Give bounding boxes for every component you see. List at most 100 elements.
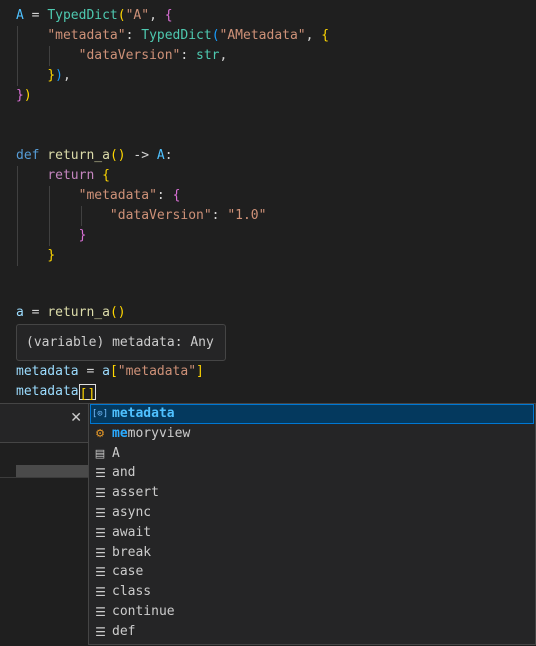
suggestion-rest: continue — [112, 604, 175, 619]
token: ( — [117, 8, 126, 23]
suggestion-label: class — [112, 582, 151, 602]
suggestion-label: continue — [112, 602, 175, 622]
token: str — [196, 48, 220, 63]
token: } — [78, 228, 87, 243]
match-highlight: me — [112, 425, 128, 441]
suggestion-item-A[interactable]: ▤ A — [90, 444, 534, 464]
token: "metadata" — [117, 364, 197, 379]
module-icon: ▤ — [94, 446, 106, 460]
code-line-2[interactable]: "metadata": TypedDict("AMetadata", { — [16, 26, 329, 46]
keyword-icon: ☰ — [95, 565, 106, 580]
keyword-icon: ☰ — [95, 585, 106, 600]
suggestion-widget[interactable]: [⊙] metadata ⚙ memoryview ▤ A ☰ and ☰ assert ☰ asyn… — [88, 403, 536, 645]
token: () — [109, 305, 126, 320]
variable-icon: [⊙] — [91, 409, 109, 419]
suggestion-rest: A — [112, 445, 120, 461]
suggestion-item-memoryview[interactable]: ⚙ memoryview — [90, 424, 534, 444]
token: { — [321, 28, 330, 43]
code-line-9[interactable]: return { — [16, 166, 110, 186]
keyword-icon: ☰ — [95, 605, 106, 619]
suggestion-item-break[interactable]: ☰ break — [90, 543, 534, 563]
suggestion-rest: class — [112, 584, 152, 600]
token: a — [102, 364, 110, 379]
code-line-16[interactable]: a = return_a() — [16, 303, 126, 323]
token: return_a — [47, 305, 110, 320]
suggestion-label: case — [112, 562, 143, 582]
scroll-indicator — [16, 465, 88, 477]
suggestion-label: break — [112, 543, 151, 563]
token: "dataVersion" — [109, 208, 212, 223]
widget-panel: ✕ — [0, 403, 88, 443]
code-line-4[interactable]: }), — [16, 66, 70, 86]
token: [ — [109, 364, 118, 379]
code-line-11[interactable]: "dataVersion": "1.0" — [16, 206, 267, 226]
code-line-1[interactable]: A = TypedDict("A", { — [16, 6, 173, 26]
suggestion-rest: break — [112, 544, 152, 560]
token: return_a — [39, 148, 110, 163]
suggestion-item-metadata[interactable]: [⊙] metadata — [90, 404, 534, 424]
suggestion-item-async[interactable]: ☰ async — [90, 503, 534, 523]
suggestion-rest: await — [112, 524, 152, 540]
code-line-13[interactable]: } — [16, 246, 55, 266]
token: "AMetadata" — [219, 28, 306, 43]
suggestion-rest: def — [112, 623, 136, 639]
code-line-10[interactable]: "metadata": { — [16, 186, 181, 206]
token: "metadata" — [47, 28, 126, 43]
token: metadata — [16, 384, 79, 399]
code-line-19[interactable]: metadata[] — [16, 382, 97, 402]
suggestion-rest: async — [112, 505, 152, 520]
token: : — [180, 48, 197, 63]
suggestion-item-def[interactable]: ☰ def — [90, 622, 534, 642]
token: "1.0" — [227, 208, 267, 223]
suggestion-rest: moryview — [127, 425, 191, 441]
suggestion-item-class[interactable]: ☰ class — [90, 582, 534, 602]
token: : — [156, 188, 173, 203]
token: } — [47, 68, 56, 83]
token: ) — [55, 68, 63, 83]
suggestion-item-case[interactable]: ☰ case — [90, 562, 534, 582]
code-line-8[interactable]: def return_a() -> A: — [16, 146, 173, 166]
token: , — [149, 8, 165, 23]
token: A — [16, 8, 24, 23]
token: } — [47, 248, 56, 263]
token: ( — [211, 28, 220, 43]
suggestion-rest: and — [112, 465, 136, 481]
match-highlight: metadata — [112, 406, 175, 421]
suggestion-label: metadata — [112, 404, 175, 424]
code-line-18[interactable]: metadata = a["metadata"] — [16, 362, 204, 382]
bracket-pair-highlight: [] — [78, 383, 97, 402]
keyword-icon: ☰ — [95, 506, 106, 520]
token: : — [164, 148, 173, 163]
token: () — [109, 148, 126, 163]
code-line-12[interactable]: } — [16, 226, 87, 246]
token: metadata — [16, 364, 79, 379]
token: return — [47, 168, 95, 183]
token: { — [172, 188, 181, 203]
suggestion-item-and[interactable]: ☰ and — [90, 463, 534, 483]
hover-tooltip: (variable) metadata: Any — [16, 324, 226, 361]
token: "dataVersion" — [78, 48, 181, 63]
suggestion-label: await — [112, 523, 151, 543]
token: = — [78, 364, 103, 379]
token: TypedDict — [47, 8, 118, 23]
token: : — [211, 208, 228, 223]
suggestion-label: assert — [112, 483, 159, 503]
suggestion-item-continue[interactable]: ☰ continue — [90, 602, 534, 622]
token: -> — [125, 148, 157, 163]
suggestion-item-await[interactable]: ☰ await — [90, 523, 534, 543]
close-icon[interactable]: ✕ — [70, 410, 82, 426]
suggestion-label: and — [112, 463, 135, 483]
token: = — [23, 305, 48, 320]
token: { — [164, 8, 173, 23]
token: ) — [23, 88, 32, 103]
keyword-icon: ☰ — [95, 545, 106, 560]
hover-text: (variable) metadata: Any — [26, 335, 214, 350]
code-line-3[interactable]: "dataVersion": str, — [16, 46, 228, 66]
code-line-5[interactable]: }) — [16, 86, 32, 106]
token: , — [305, 28, 322, 43]
suggestion-item-assert[interactable]: ☰ assert — [90, 483, 534, 503]
keyword-icon: ☰ — [95, 466, 106, 481]
token: def — [16, 148, 40, 163]
token: "A" — [125, 8, 150, 23]
suggestion-rest: assert — [112, 485, 159, 501]
